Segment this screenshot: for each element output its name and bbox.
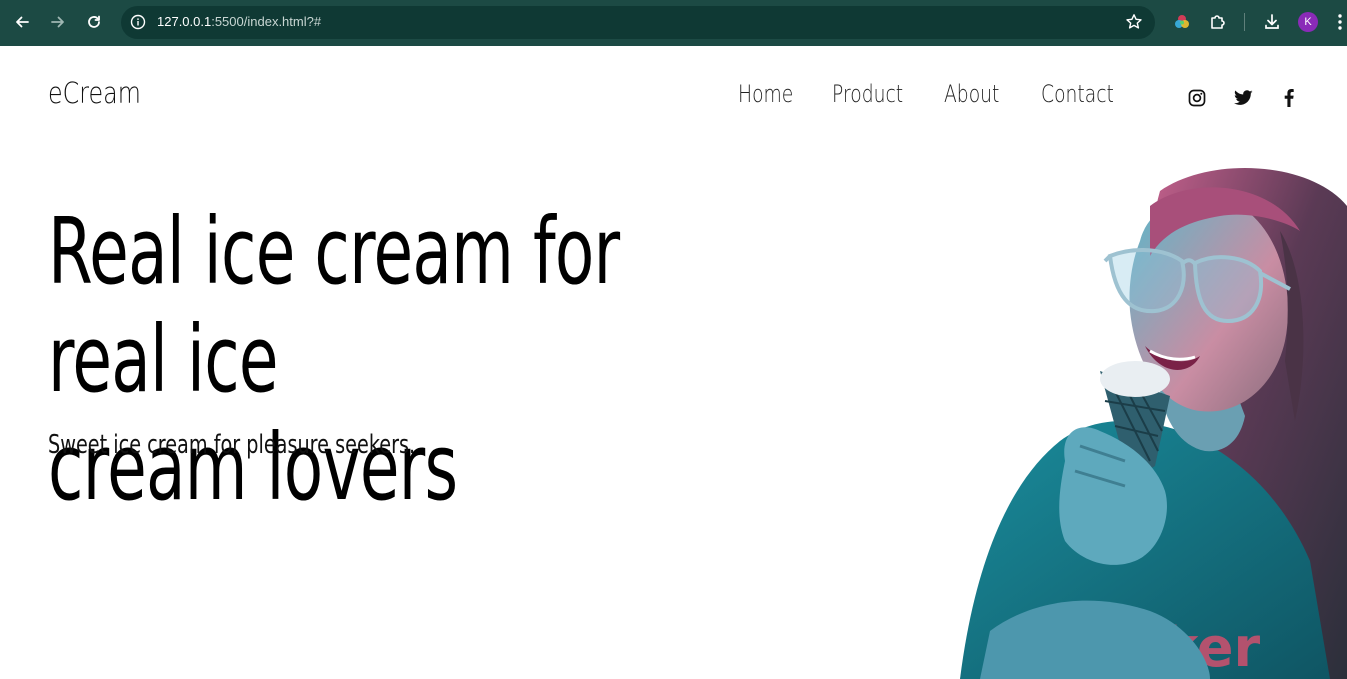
address-bar[interactable]: 127.0.0.1:5500/index.html?# [121, 6, 1155, 39]
url-path: :5500/index.html?# [211, 14, 322, 29]
hero-title: Real ice cream for real ice cream lovers [48, 198, 748, 522]
reload-icon [88, 15, 100, 28]
hero-subtitle: Sweet ice cream for pleasure seekers. [48, 430, 416, 460]
nav-about-link[interactable]: About [944, 80, 999, 108]
web-page: eCream Home Product About Contact Real i… [0, 46, 1347, 679]
nav-contact-link[interactable]: Contact [1041, 80, 1114, 108]
back-button[interactable] [9, 9, 35, 35]
url-host: 127.0.0.1 [157, 14, 212, 29]
site-info-icon[interactable] [129, 13, 147, 31]
kebab-menu-icon[interactable] [1333, 11, 1347, 33]
nav-home-link[interactable]: Home [738, 80, 793, 108]
nav-product-link[interactable]: Product [832, 80, 903, 108]
toolbar-separator [1244, 13, 1245, 31]
reload-button[interactable] [81, 9, 107, 35]
browser-toolbar: 127.0.0.1:5500/index.html?# K [0, 0, 1347, 46]
hero-photo: b ker [960, 168, 1347, 679]
forward-arrow-icon [51, 16, 64, 28]
download-icon[interactable] [1261, 11, 1283, 33]
twitter-icon[interactable] [1233, 88, 1253, 108]
extensions-puzzle-icon[interactable] [1207, 11, 1229, 33]
hero-title-line-1: Real ice cream for real ice [48, 198, 620, 413]
forward-button[interactable] [45, 9, 71, 35]
ice-cream-scoop [1100, 361, 1170, 397]
profile-avatar[interactable]: K [1298, 12, 1318, 32]
back-arrow-icon [16, 16, 29, 28]
url-text[interactable]: 127.0.0.1:5500/index.html?# [157, 14, 321, 29]
bookmark-star-icon[interactable] [1125, 13, 1143, 31]
color-wheel-extension-icon[interactable] [1171, 11, 1193, 33]
instagram-icon[interactable] [1187, 88, 1207, 108]
site-logo[interactable]: eCream [48, 76, 141, 110]
facebook-icon[interactable] [1279, 88, 1299, 108]
